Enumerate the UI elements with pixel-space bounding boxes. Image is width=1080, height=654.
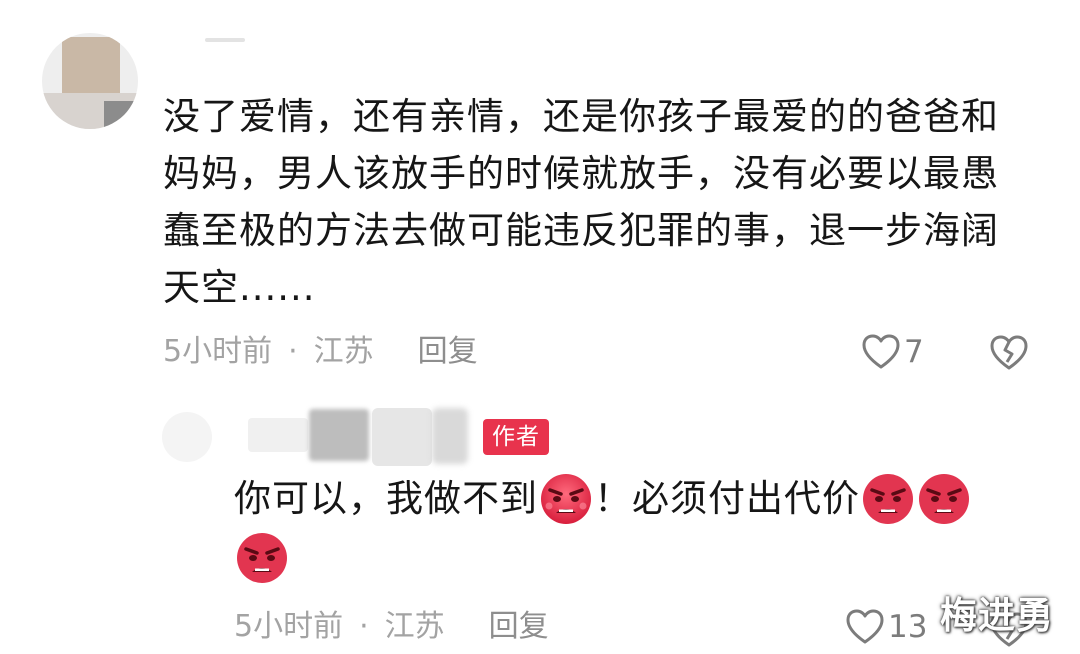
commenter-name-redacted (205, 38, 245, 42)
comment-time: 5小时前 (163, 334, 273, 369)
comment-meta: 5小时前 · 江苏 回复 (163, 332, 478, 372)
like-count: 7 (904, 334, 924, 370)
angry-face-emoji (235, 531, 289, 585)
like-button[interactable]: 7 (862, 332, 924, 372)
author-name-redacted (248, 418, 308, 452)
reply-button[interactable]: 回复 (489, 607, 549, 647)
author-name-redacted (372, 408, 432, 466)
meta-separator: · (359, 609, 369, 644)
heart-outline-icon (862, 334, 900, 370)
reply-text-part: 你可以，我做不到 (234, 477, 538, 520)
author-name-redacted (309, 409, 369, 461)
heart-outline-icon (846, 609, 884, 645)
comment-text: 没了爱情，还有亲情，还是你孩子最爱的的爸爸和妈妈，男人该放手的时候就放手，没有必… (163, 95, 999, 309)
angry-face-emoji (917, 472, 971, 526)
commenter-avatar[interactable] (42, 33, 138, 129)
like-count: 13 (888, 609, 928, 645)
author-badge: 作者 (483, 419, 549, 455)
author-name-redacted (432, 408, 468, 464)
angry-face-emoji (539, 472, 593, 526)
meta-separator: · (288, 334, 298, 369)
dislike-button[interactable] (990, 333, 1028, 373)
reply-location: 江苏 (384, 609, 445, 644)
author-avatar[interactable] (162, 412, 212, 462)
reply-button[interactable]: 回复 (418, 332, 478, 372)
reply-text-part: ！必须付出代价 (594, 477, 860, 520)
like-button[interactable]: 13 (846, 607, 927, 647)
comment-location: 江苏 (313, 334, 374, 369)
angry-face-emoji (861, 472, 915, 526)
reply-time: 5小时前 (234, 609, 344, 644)
watermark: 梅进勇 (940, 594, 1054, 637)
broken-heart-icon (990, 335, 1028, 371)
reply-meta: 5小时前 · 江苏 回复 (234, 607, 549, 647)
reply-text: 你可以，我做不到 ！必须付出代价 (234, 468, 1014, 585)
